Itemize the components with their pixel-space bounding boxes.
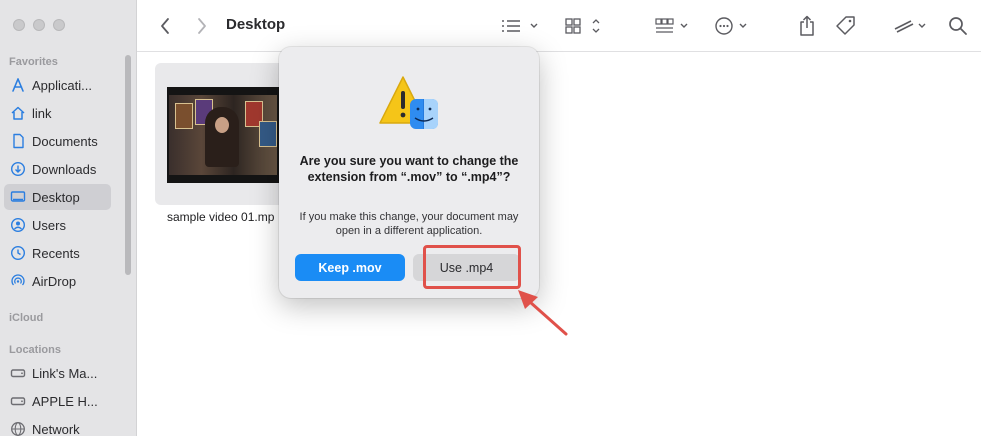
window-controls (13, 19, 65, 31)
close-window-button[interactable] (13, 19, 25, 31)
edit-button[interactable] (893, 12, 931, 40)
forward-icon (196, 17, 208, 35)
sidebar-scrollbar[interactable] (125, 55, 131, 275)
clock-icon (10, 245, 26, 261)
sidebar-item-documents[interactable]: Documents (4, 128, 111, 154)
sidebar-item-applications[interactable]: Applicati... (4, 72, 111, 98)
home-icon (10, 105, 26, 121)
annotation-arrow-icon (508, 280, 572, 340)
back-button[interactable] (155, 12, 175, 40)
sidebar-item-label: Desktop (32, 189, 80, 205)
sidebar-item-label: Link's Ma... (32, 365, 98, 381)
sidebar-section-favorites: Favorites (9, 56, 58, 68)
sidebar-item-label: Applicati... (32, 77, 92, 93)
sidebar-item-users[interactable]: Users (4, 212, 111, 238)
globe-icon (10, 421, 26, 436)
search-button[interactable] (947, 12, 969, 40)
sidebar-item-label: Recents (32, 245, 80, 261)
airdrop-icon (10, 273, 26, 289)
more-icon (714, 16, 752, 36)
dialog-message: If you make this change, your document m… (299, 211, 519, 237)
sidebar-item-links-mac[interactable]: Link's Ma... (4, 360, 111, 386)
dialog-title: Are you sure you want to change the exte… (299, 154, 519, 184)
minimize-window-button[interactable] (33, 19, 45, 31)
drive-icon (10, 365, 26, 381)
sidebar-section-icloud: iCloud (9, 312, 44, 324)
zoom-window-button[interactable] (53, 19, 65, 31)
toolbar: Desktop (137, 0, 981, 52)
group-icon (655, 18, 693, 34)
sidebar-item-label: APPLE H... (32, 393, 98, 409)
sidebar-item-downloads[interactable]: Downloads (4, 156, 111, 182)
search-icon (948, 16, 968, 36)
video-thumbnail (167, 87, 279, 183)
applications-icon (10, 77, 26, 93)
edit-icon (893, 17, 931, 35)
download-icon (10, 161, 26, 177)
tag-button[interactable] (835, 12, 857, 40)
group-button[interactable] (655, 12, 693, 40)
forward-button[interactable] (192, 12, 212, 40)
back-icon (159, 17, 171, 35)
sidebar-item-label: Documents (32, 133, 98, 149)
user-icon (10, 217, 26, 233)
sidebar-section-locations: Locations (9, 344, 61, 356)
desktop-icon (10, 189, 26, 205)
sidebar-item-label: Downloads (32, 161, 97, 177)
sidebar-item-label: link (32, 105, 52, 121)
grid-view-icon (565, 17, 603, 35)
sidebar-item-airdrop[interactable]: AirDrop (4, 268, 111, 294)
sidebar-item-label: Network (32, 421, 80, 436)
annotation-highlight-box (423, 245, 521, 289)
action-menu-button[interactable] (714, 12, 752, 40)
drive-icon (10, 393, 26, 409)
tag-icon (835, 15, 857, 37)
sidebar-item-link[interactable]: link (4, 100, 111, 126)
sidebar-item-label: AirDrop (32, 273, 77, 289)
share-button[interactable] (797, 12, 817, 40)
file-browser: sample video 01.mp (137, 53, 981, 436)
document-icon (10, 133, 26, 149)
share-icon (798, 15, 816, 37)
sidebar-item-desktop[interactable]: Desktop (4, 184, 111, 210)
sidebar-item-apple-drive[interactable]: APPLE H... (4, 388, 111, 414)
warning-finder-icon (378, 73, 442, 133)
list-view-icon (500, 18, 540, 34)
view-options-button[interactable] (499, 12, 541, 40)
grid-view-button[interactable] (565, 12, 603, 40)
sidebar: Favorites Applicati... link Documents Do… (0, 0, 137, 436)
file-item[interactable] (155, 63, 285, 205)
file-name[interactable]: sample video 01.mp (167, 210, 274, 224)
sidebar-item-recents[interactable]: Recents (4, 240, 111, 266)
sidebar-item-label: Users (32, 217, 66, 233)
sidebar-item-network[interactable]: Network (4, 416, 111, 436)
keep-mov-button[interactable]: Keep .mov (295, 254, 405, 281)
window-title: Desktop (226, 16, 286, 33)
